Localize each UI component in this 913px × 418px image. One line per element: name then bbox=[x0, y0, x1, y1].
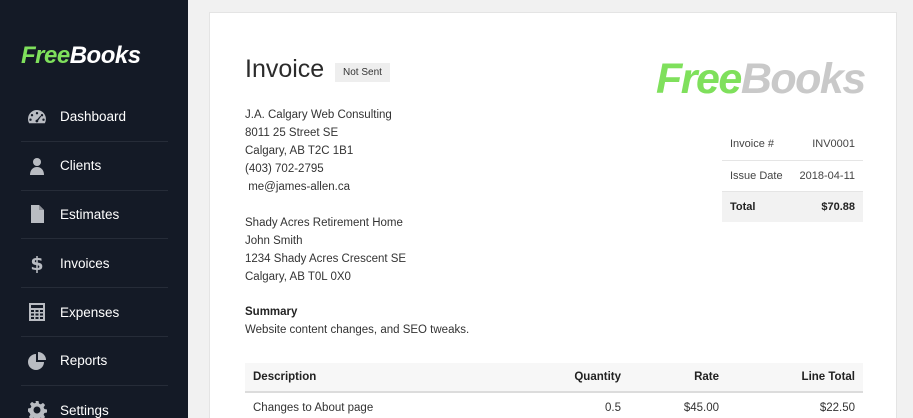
sidebar-item-label: Invoices bbox=[60, 255, 110, 271]
summary-text: Website content changes, and SEO tweaks. bbox=[245, 324, 470, 336]
recipient-street: 1234 Shady Acres Crescent SE bbox=[245, 253, 407, 265]
sidebar-item-label: Estimates bbox=[60, 206, 120, 222]
recipient-contact: John Smith bbox=[245, 235, 303, 247]
total-label: Total bbox=[722, 191, 792, 222]
svg-text:$: $ bbox=[30, 253, 43, 273]
sidebar-item-clients[interactable]: Clients bbox=[21, 142, 168, 191]
invoice-number-value: INV0001 bbox=[791, 129, 863, 161]
recipient-company: Shady Acres Retirement Home bbox=[245, 217, 403, 229]
sidebar-logo[interactable]: FreeBooks bbox=[21, 42, 141, 70]
sidebar-item-reports[interactable]: Reports bbox=[21, 337, 168, 386]
sidebar-nav: Dashboard Clients Estimates $ Invoices E… bbox=[21, 93, 168, 418]
issue-date-value: 2018-04-11 bbox=[791, 160, 863, 192]
document-icon bbox=[26, 203, 48, 225]
table-row: Changes to About page 0.5 $45.00 $22.50 bbox=[245, 392, 863, 418]
sidebar-item-label: Clients bbox=[60, 158, 102, 174]
invoice-logo-free: Free bbox=[656, 55, 742, 103]
logo-free: Free bbox=[21, 42, 70, 69]
invoice-card: Invoice Not Sent FreeBooks J.A. Calgary … bbox=[209, 12, 897, 418]
pie-chart-icon bbox=[26, 350, 48, 372]
item-description: Changes to About page bbox=[253, 401, 374, 414]
sender-phone: (403) 702-2795 bbox=[245, 163, 324, 175]
item-rate: $45.00 bbox=[683, 401, 719, 414]
invoice-meta-table: Invoice # INV0001 Issue Date 2018-04-11 … bbox=[722, 129, 863, 222]
sidebar-item-invoices[interactable]: $ Invoices bbox=[21, 239, 168, 289]
calculator-icon bbox=[26, 301, 48, 323]
rate-header: Rate bbox=[629, 363, 727, 393]
invoice-number-label: Invoice # bbox=[722, 129, 792, 161]
dollar-icon: $ bbox=[26, 252, 48, 274]
sidebar-item-label: Reports bbox=[60, 353, 108, 369]
sidebar-item-estimates[interactable]: Estimates bbox=[21, 191, 168, 240]
total-value: $70.88 bbox=[791, 191, 863, 222]
item-quantity: 0.5 bbox=[605, 401, 621, 414]
sidebar-item-label: Settings bbox=[60, 402, 109, 418]
sender-company: J.A. Calgary Web Consulting bbox=[245, 109, 392, 121]
description-header: Description bbox=[245, 363, 545, 393]
invoice-logo: FreeBooks bbox=[656, 55, 866, 104]
recipient-address: Shady Acres Retirement Home John Smith 1… bbox=[245, 214, 406, 286]
issue-date-label: Issue Date bbox=[722, 160, 792, 192]
user-icon bbox=[26, 155, 48, 177]
item-line-total: $22.50 bbox=[819, 401, 855, 414]
sender-city: Calgary, AB T2C 1B1 bbox=[245, 145, 354, 157]
sender-email: me@james-allen.ca bbox=[245, 181, 350, 193]
sender-street: 8011 25 Street SE bbox=[245, 127, 339, 139]
line-items-header: Description Quantity Rate Line Total bbox=[245, 363, 863, 393]
gear-icon bbox=[26, 399, 48, 418]
sidebar-item-dashboard[interactable]: Dashboard bbox=[21, 93, 168, 142]
quantity-header: Quantity bbox=[545, 363, 629, 393]
page-title: Invoice bbox=[245, 55, 325, 83]
line-total-header: Line Total bbox=[727, 363, 863, 393]
line-items-table: Description Quantity Rate Line Total Cha… bbox=[245, 363, 863, 418]
sidebar-item-expenses[interactable]: Expenses bbox=[21, 288, 168, 337]
sidebar: FreeBooks Dashboard Clients Estimates $ … bbox=[0, 0, 188, 418]
total-row: Total $70.88 bbox=[722, 191, 863, 222]
sidebar-item-settings[interactable]: Settings bbox=[21, 386, 168, 418]
invoice-number-row: Invoice # INV0001 bbox=[722, 129, 863, 161]
issue-date-row: Issue Date 2018-04-11 bbox=[722, 160, 863, 192]
sidebar-item-label: Expenses bbox=[60, 304, 120, 320]
sender-address: J.A. Calgary Web Consulting 8011 25 Stre… bbox=[245, 106, 392, 196]
summary-heading: Summary bbox=[245, 306, 298, 318]
sidebar-item-label: Dashboard bbox=[60, 109, 127, 125]
logo-books: Books bbox=[69, 42, 141, 69]
status-badge: Not Sent bbox=[335, 63, 390, 82]
recipient-city: Calgary, AB T0L 0X0 bbox=[245, 271, 351, 283]
invoice-logo-books: Books bbox=[740, 55, 866, 103]
dashboard-icon bbox=[26, 106, 48, 128]
